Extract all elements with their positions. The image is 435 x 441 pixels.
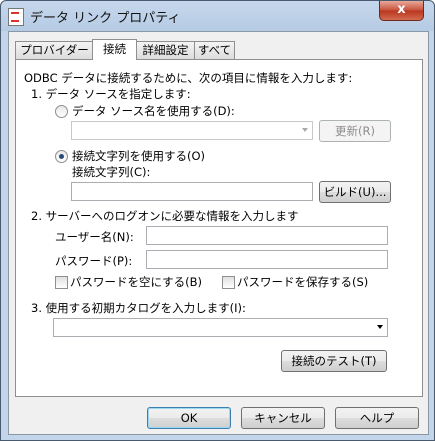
cancel-button[interactable]: キャンセル [241,407,325,429]
password-field[interactable] [146,250,388,269]
use-connstr-label: 接続文字列を使用する(O) [72,149,206,163]
step3-heading: 3. 使用する初期カタログを入力します(I): [31,301,246,315]
refresh-button[interactable]: 更新(R) [319,120,391,142]
data-link-icon [8,8,24,26]
build-button[interactable]: ビルド(U)... [319,181,391,203]
tab-provider[interactable]: プロバイダー [15,41,94,59]
help-button[interactable]: ヘルプ [335,407,419,429]
step1-heading: 1. データ ソースを指定します: [31,87,191,101]
tab-connection[interactable]: 接続 [92,39,137,60]
blank-password-checkbox[interactable] [55,276,68,289]
ok-button[interactable]: OK [147,407,231,429]
use-connstr-radio[interactable] [55,150,68,163]
username-field[interactable] [146,226,388,245]
dsn-dropdown[interactable] [71,121,313,140]
title-bar[interactable]: データ リンク プロパティ x [1,1,434,31]
connstr-field[interactable] [71,182,313,201]
intro-text: ODBC データに接続するために、次の項目に情報を入力します: [24,71,353,85]
save-password-checkbox[interactable] [222,276,235,289]
dialog-window: データ リンク プロパティ x プロバイダー 接続 詳細設定 すべて ODBC … [0,0,435,441]
close-button[interactable]: x [379,1,424,21]
step2-heading: 2. サーバーへのログオンに必要な情報を入力します [31,209,299,223]
window-title: データ リンク プロパティ [30,11,181,26]
save-password-label: パスワードを保存する(S) [237,275,369,289]
connection-panel: ODBC データに接続するために、次の項目に情報を入力します: 1. データ ソ… [15,59,423,397]
username-label: ユーザー名(N): [55,230,134,244]
chevron-down-icon [302,128,308,132]
chevron-down-icon [377,325,383,329]
tab-all[interactable]: すべて [194,41,235,59]
connstr-caption: 接続文字列(C): [72,165,151,179]
use-dsn-label: データ ソース名を使用する(D): [72,104,235,118]
catalog-dropdown[interactable] [53,318,388,337]
password-label: パスワード(P): [55,254,133,268]
tab-advanced[interactable]: 詳細設定 [135,41,196,59]
dialog-client: プロバイダー 接続 詳細設定 すべて ODBC データに接続するために、次の項目… [8,31,429,435]
use-dsn-radio[interactable] [55,105,68,118]
test-connection-button[interactable]: 接続のテスト(T) [281,350,387,372]
blank-password-label: パスワードを空にする(B) [70,275,202,289]
